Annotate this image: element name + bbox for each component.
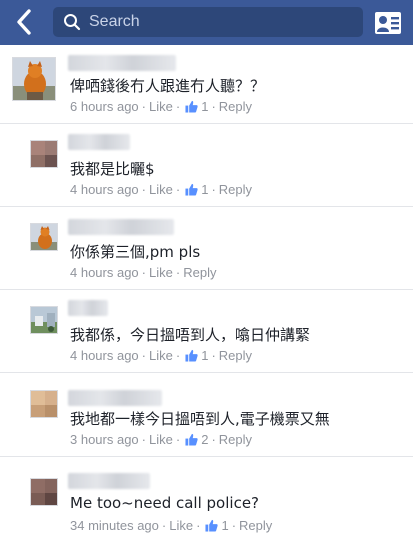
timestamp: 3 hours ago: [70, 432, 139, 447]
comment-text: 俾哂錢後冇人跟進冇人聽？？: [70, 77, 266, 95]
dot-separator: ·: [211, 348, 216, 363]
avatar[interactable]: [30, 223, 58, 251]
like-count: 1: [221, 518, 229, 533]
avatar[interactable]: [12, 57, 56, 101]
like-button[interactable]: Like: [149, 99, 173, 114]
like-button[interactable]: Like: [169, 518, 193, 533]
avatar[interactable]: [30, 140, 58, 168]
back-button[interactable]: [10, 6, 38, 38]
avatar[interactable]: [30, 478, 58, 506]
like-button[interactable]: Like: [149, 432, 173, 447]
friend-requests-icon: [375, 12, 401, 34]
dot-separator: ·: [141, 265, 147, 280]
dot-separator: ·: [231, 518, 237, 533]
like-count: 1: [201, 99, 209, 114]
like-count: 1: [201, 348, 209, 363]
comment-item: 俾哂錢後冇人跟進冇人聽？？ 6 hours ago · Like · 1 · R…: [0, 45, 413, 124]
comment-item: 我都是比曬$ 4 hours ago · Like · 1 · Reply: [0, 124, 413, 207]
comment-meta: 4 hours ago · Like · Reply: [70, 265, 216, 280]
dot-separator: ·: [141, 348, 147, 363]
dot-separator: ·: [196, 518, 201, 533]
top-navigation-bar: [0, 0, 413, 45]
like-thumb-icon: [185, 100, 198, 113]
reply-button[interactable]: Reply: [183, 265, 216, 280]
search-box[interactable]: [53, 7, 363, 37]
dot-separator: ·: [141, 99, 147, 114]
commenter-name-redacted: [68, 390, 162, 406]
chevron-left-icon: [17, 9, 31, 35]
comment-item: Me too~need call police? 34 minutes ago …: [0, 457, 413, 540]
friend-requests-button[interactable]: [373, 8, 403, 38]
comment-item: 我都係，今日搵唔到人，噏日仲講緊 4 hours ago · Like · 1 …: [0, 290, 413, 373]
timestamp: 4 hours ago: [70, 348, 139, 363]
blurred-photo-icon: [31, 141, 57, 167]
reply-button[interactable]: Reply: [219, 432, 252, 447]
dot-separator: ·: [211, 432, 216, 447]
like-count: 1: [201, 182, 209, 197]
dot-separator: ·: [141, 182, 147, 197]
comment-item: 你係第三個,pm pls 4 hours ago · Like · Reply: [0, 207, 413, 290]
comment-item: 我地都一樣今日搵唔到人,電子機票又無 3 hours ago · Like · …: [0, 373, 413, 457]
comment-text: 我地都一樣今日搵唔到人,電子機票又無: [70, 410, 330, 428]
comment-text: 我都係，今日搵唔到人，噏日仲講緊: [70, 326, 311, 344]
timestamp: 4 hours ago: [70, 265, 139, 280]
commenter-name-redacted: [68, 300, 108, 316]
reply-button[interactable]: Reply: [219, 182, 252, 197]
like-thumb-icon: [205, 519, 219, 532]
dot-separator: ·: [175, 182, 181, 197]
blurred-photo-icon: [31, 479, 57, 505]
avatar[interactable]: [30, 390, 58, 418]
avatar[interactable]: [30, 306, 58, 334]
like-count: 2: [201, 432, 209, 447]
like-button[interactable]: Like: [149, 265, 173, 280]
comment-text: 我都是比曬$: [70, 160, 155, 178]
commenter-name-redacted: [68, 134, 130, 150]
comment-meta: 6 hours ago · Like · 1 · Reply: [70, 99, 252, 114]
dot-separator: ·: [175, 348, 181, 363]
dot-separator: ·: [161, 518, 167, 533]
like-button[interactable]: Like: [149, 348, 173, 363]
commenter-name-redacted: [68, 55, 176, 71]
like-button[interactable]: Like: [149, 182, 173, 197]
orange-cat-photo-icon: [13, 58, 55, 100]
search-icon: [64, 14, 81, 31]
like-thumb-icon: [185, 433, 198, 446]
comment-meta: 3 hours ago · Like · 2 · Reply: [70, 432, 252, 447]
comment-text: 你係第三個,pm pls: [70, 243, 201, 261]
dot-separator: ·: [141, 432, 147, 447]
comment-text: Me too~need call police?: [70, 494, 260, 512]
dot-separator: ·: [211, 182, 216, 197]
dot-separator: ·: [175, 432, 181, 447]
commenter-name-redacted: [68, 473, 150, 489]
reply-button[interactable]: Reply: [219, 348, 252, 363]
comment-meta: 4 hours ago · Like · 1 · Reply: [70, 348, 252, 363]
timestamp: 6 hours ago: [70, 99, 139, 114]
outdoor-photo-icon: [31, 307, 57, 333]
dot-separator: ·: [211, 99, 216, 114]
dot-separator: ·: [175, 265, 181, 280]
timestamp: 34 minutes ago: [70, 518, 159, 533]
search-input[interactable]: [89, 13, 349, 31]
comment-meta: 4 hours ago · Like · 1 · Reply: [70, 182, 252, 197]
like-thumb-icon: [185, 183, 198, 196]
reply-button[interactable]: Reply: [239, 518, 272, 533]
blurred-photo-icon: [31, 391, 57, 417]
dot-separator: ·: [175, 99, 181, 114]
timestamp: 4 hours ago: [70, 182, 139, 197]
commenter-name-redacted: [68, 219, 174, 235]
reply-button[interactable]: Reply: [219, 99, 252, 114]
comment-meta: 34 minutes ago · Like · 1 · Reply: [70, 518, 272, 533]
like-thumb-icon: [185, 349, 198, 362]
orange-cat-photo-icon: [31, 224, 57, 250]
